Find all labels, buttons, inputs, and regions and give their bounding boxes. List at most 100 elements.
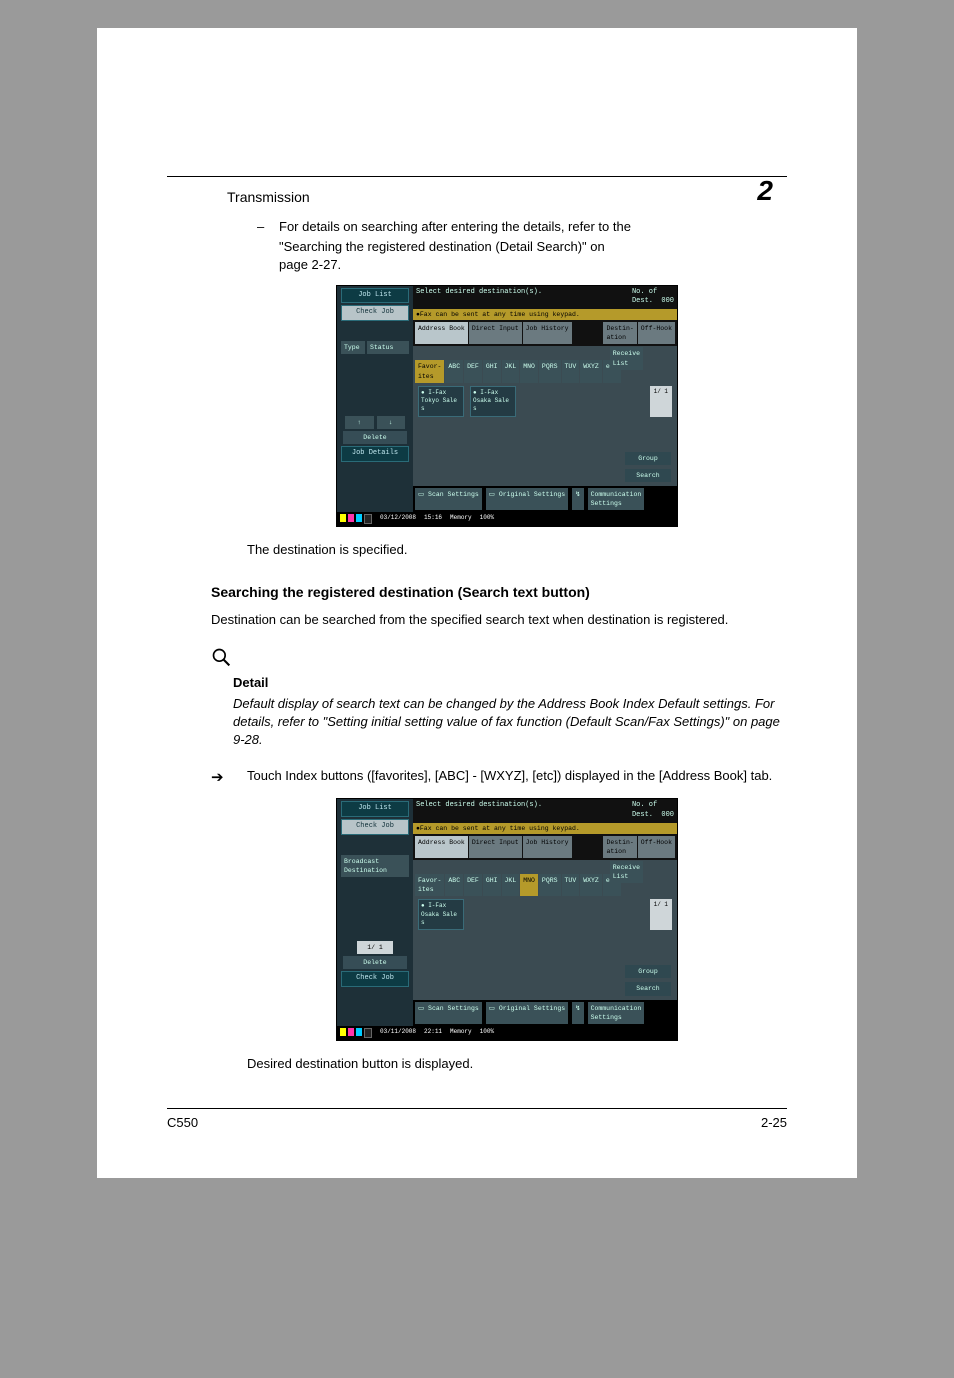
bullet-text-3: page 2-27. xyxy=(279,256,787,274)
status-cat: Type xyxy=(341,341,365,354)
status-bar: 03/12/2008 15:16 Memory 100% xyxy=(337,512,677,526)
index-abc[interactable]: ABC xyxy=(445,360,463,382)
toner-icons xyxy=(340,1028,372,1038)
caption-2: Desired destination button is displayed. xyxy=(247,1055,787,1073)
index-ghi[interactable]: GHI xyxy=(483,874,501,896)
index-def[interactable]: DEF xyxy=(464,874,482,896)
index-tuv[interactable]: TUV xyxy=(562,874,580,896)
page: Transmission 2 – For details on searchin… xyxy=(97,28,857,1178)
dash: – xyxy=(257,218,279,236)
dest-count: No. of Dest. 000 xyxy=(632,288,674,308)
memory-label: Memory xyxy=(450,1028,472,1038)
detail-bullet: – For details on searching after enterin… xyxy=(257,218,787,236)
tab-direct-input[interactable]: Direct Input xyxy=(469,322,522,344)
index-favorites[interactable]: Favor- ites xyxy=(415,874,444,896)
screenshot-2: Job List Check Job Broadcast Destination… xyxy=(336,798,678,1041)
keypad-hint: ●Fax can be sent at any time using keypa… xyxy=(413,823,677,834)
subsection-para: Destination can be searched from the spe… xyxy=(211,611,787,629)
prompt: Select desired destination(s). xyxy=(416,288,542,308)
status-time: 22:11 xyxy=(424,1028,442,1038)
job-list-button[interactable]: Job List xyxy=(341,801,409,817)
keypad-hint: ●Fax can be sent at any time using keypa… xyxy=(413,309,677,320)
dest-count: No. of Dest. 000 xyxy=(632,801,674,821)
dest-settings-button[interactable]: Destin- ation xyxy=(603,836,636,858)
index-jkl[interactable]: JKL xyxy=(502,874,520,896)
chapter-number: 2 xyxy=(757,175,773,207)
footer-page: 2-25 xyxy=(761,1115,787,1130)
status-bar: 03/11/2008 22:11 Memory 100% xyxy=(337,1026,677,1040)
index-favorites[interactable]: Favor- ites xyxy=(415,360,444,382)
tab-direct-input[interactable]: Direct Input xyxy=(469,836,522,858)
up-icon[interactable]: ↑ xyxy=(345,416,374,429)
caption-1: The destination is specified. xyxy=(247,541,787,559)
detail-note: Detail Default display of search text ca… xyxy=(211,647,787,749)
check-job-button[interactable]: Check Job xyxy=(341,819,409,835)
page-footer: C550 2-25 xyxy=(167,1108,787,1130)
search-button[interactable]: Search xyxy=(625,469,671,482)
check-job-bottom[interactable]: Check Job xyxy=(341,971,409,987)
index-ghi[interactable]: GHI xyxy=(483,360,501,382)
dest-settings-button[interactable]: Destin- ation xyxy=(603,322,636,344)
dest-osaka[interactable]: ● I-FaxOsaka Sales xyxy=(418,899,464,930)
page-header: Transmission 2 xyxy=(97,176,857,213)
page-indicator: 1/ 1 xyxy=(650,899,672,930)
delete-button[interactable]: Delete xyxy=(343,431,407,444)
tab-job-history[interactable]: Job History xyxy=(523,322,572,344)
scan-settings-button[interactable]: ▭ Scan Settings xyxy=(415,1002,482,1024)
status-date: 03/11/2008 xyxy=(380,1028,416,1038)
index-mno[interactable]: MNO xyxy=(520,360,538,382)
scan-settings-button[interactable]: ▭ Scan Settings xyxy=(415,488,482,510)
step-row: ➔ Touch Index buttons ([favorites], [ABC… xyxy=(211,767,787,788)
status-time: 15:16 xyxy=(424,514,442,524)
index-def[interactable]: DEF xyxy=(464,360,482,382)
left-page-indicator: 1/ 1 xyxy=(357,941,393,954)
comm-settings-button[interactable]: Communication Settings xyxy=(588,1002,645,1024)
magnifier-icon xyxy=(211,647,231,667)
status-date: 03/12/2008 xyxy=(380,514,416,524)
memory-value: 100% xyxy=(480,514,494,524)
index-jkl[interactable]: JKL xyxy=(502,360,520,382)
tab-address-book[interactable]: Address Book xyxy=(415,322,468,344)
index-pqrs[interactable]: PQRS xyxy=(539,360,561,382)
body: – For details on searching after enterin… xyxy=(227,218,787,1073)
search-button[interactable]: Search xyxy=(625,982,671,995)
tab-job-history[interactable]: Job History xyxy=(523,836,572,858)
index-mno[interactable]: MNO xyxy=(520,874,538,896)
detail-label: Detail xyxy=(233,674,787,692)
group-button[interactable]: Group xyxy=(625,452,671,465)
index-tuv[interactable]: TUV xyxy=(562,360,580,382)
sep-icon: ↯ xyxy=(572,1002,583,1024)
status-label: Status xyxy=(367,341,409,354)
check-job-button[interactable]: Check Job xyxy=(341,305,409,321)
index-pqrs[interactable]: PQRS xyxy=(539,874,561,896)
screenshot-1: Job List Check Job Type Status ↑ ↓ Delet… xyxy=(336,285,678,528)
job-details-button[interactable]: Job Details xyxy=(341,446,409,462)
prompt: Select desired destination(s). xyxy=(416,801,542,821)
tab-address-book[interactable]: Address Book xyxy=(415,836,468,858)
index-wxyz[interactable]: WXYZ xyxy=(580,874,602,896)
memory-value: 100% xyxy=(480,1028,494,1038)
off-hook-button[interactable]: Off-Hook xyxy=(638,836,675,858)
dest-tokyo[interactable]: ● I-FaxTokyo Sales xyxy=(418,386,464,417)
toner-icons xyxy=(340,514,372,524)
original-settings-button[interactable]: ▭ Original Settings xyxy=(486,1002,568,1024)
detail-text: Default display of search text can be ch… xyxy=(233,695,787,750)
comm-settings-button[interactable]: Communication Settings xyxy=(588,488,645,510)
bullet-text-1: For details on searching after entering … xyxy=(279,218,631,236)
receive-list-button[interactable]: Receive List xyxy=(610,347,643,369)
broadcast-label: Broadcast Destination xyxy=(341,855,409,877)
dest-osaka[interactable]: ● I-FaxOsaka Sales xyxy=(470,386,516,417)
bullet-text-2: "Searching the registered destination (D… xyxy=(279,238,787,256)
index-wxyz[interactable]: WXYZ xyxy=(580,360,602,382)
down-icon[interactable]: ↓ xyxy=(377,416,406,429)
arrow-icon: ➔ xyxy=(211,767,247,788)
job-list-button[interactable]: Job List xyxy=(341,288,409,304)
original-settings-button[interactable]: ▭ Original Settings xyxy=(486,488,568,510)
off-hook-button[interactable]: Off-Hook xyxy=(638,322,675,344)
delete-button[interactable]: Delete xyxy=(343,956,407,969)
group-button[interactable]: Group xyxy=(625,965,671,978)
receive-list-button[interactable]: Receive List xyxy=(610,861,643,883)
index-abc[interactable]: ABC xyxy=(445,874,463,896)
section-title: Transmission xyxy=(227,189,310,205)
page-indicator: 1/ 1 xyxy=(650,386,672,417)
